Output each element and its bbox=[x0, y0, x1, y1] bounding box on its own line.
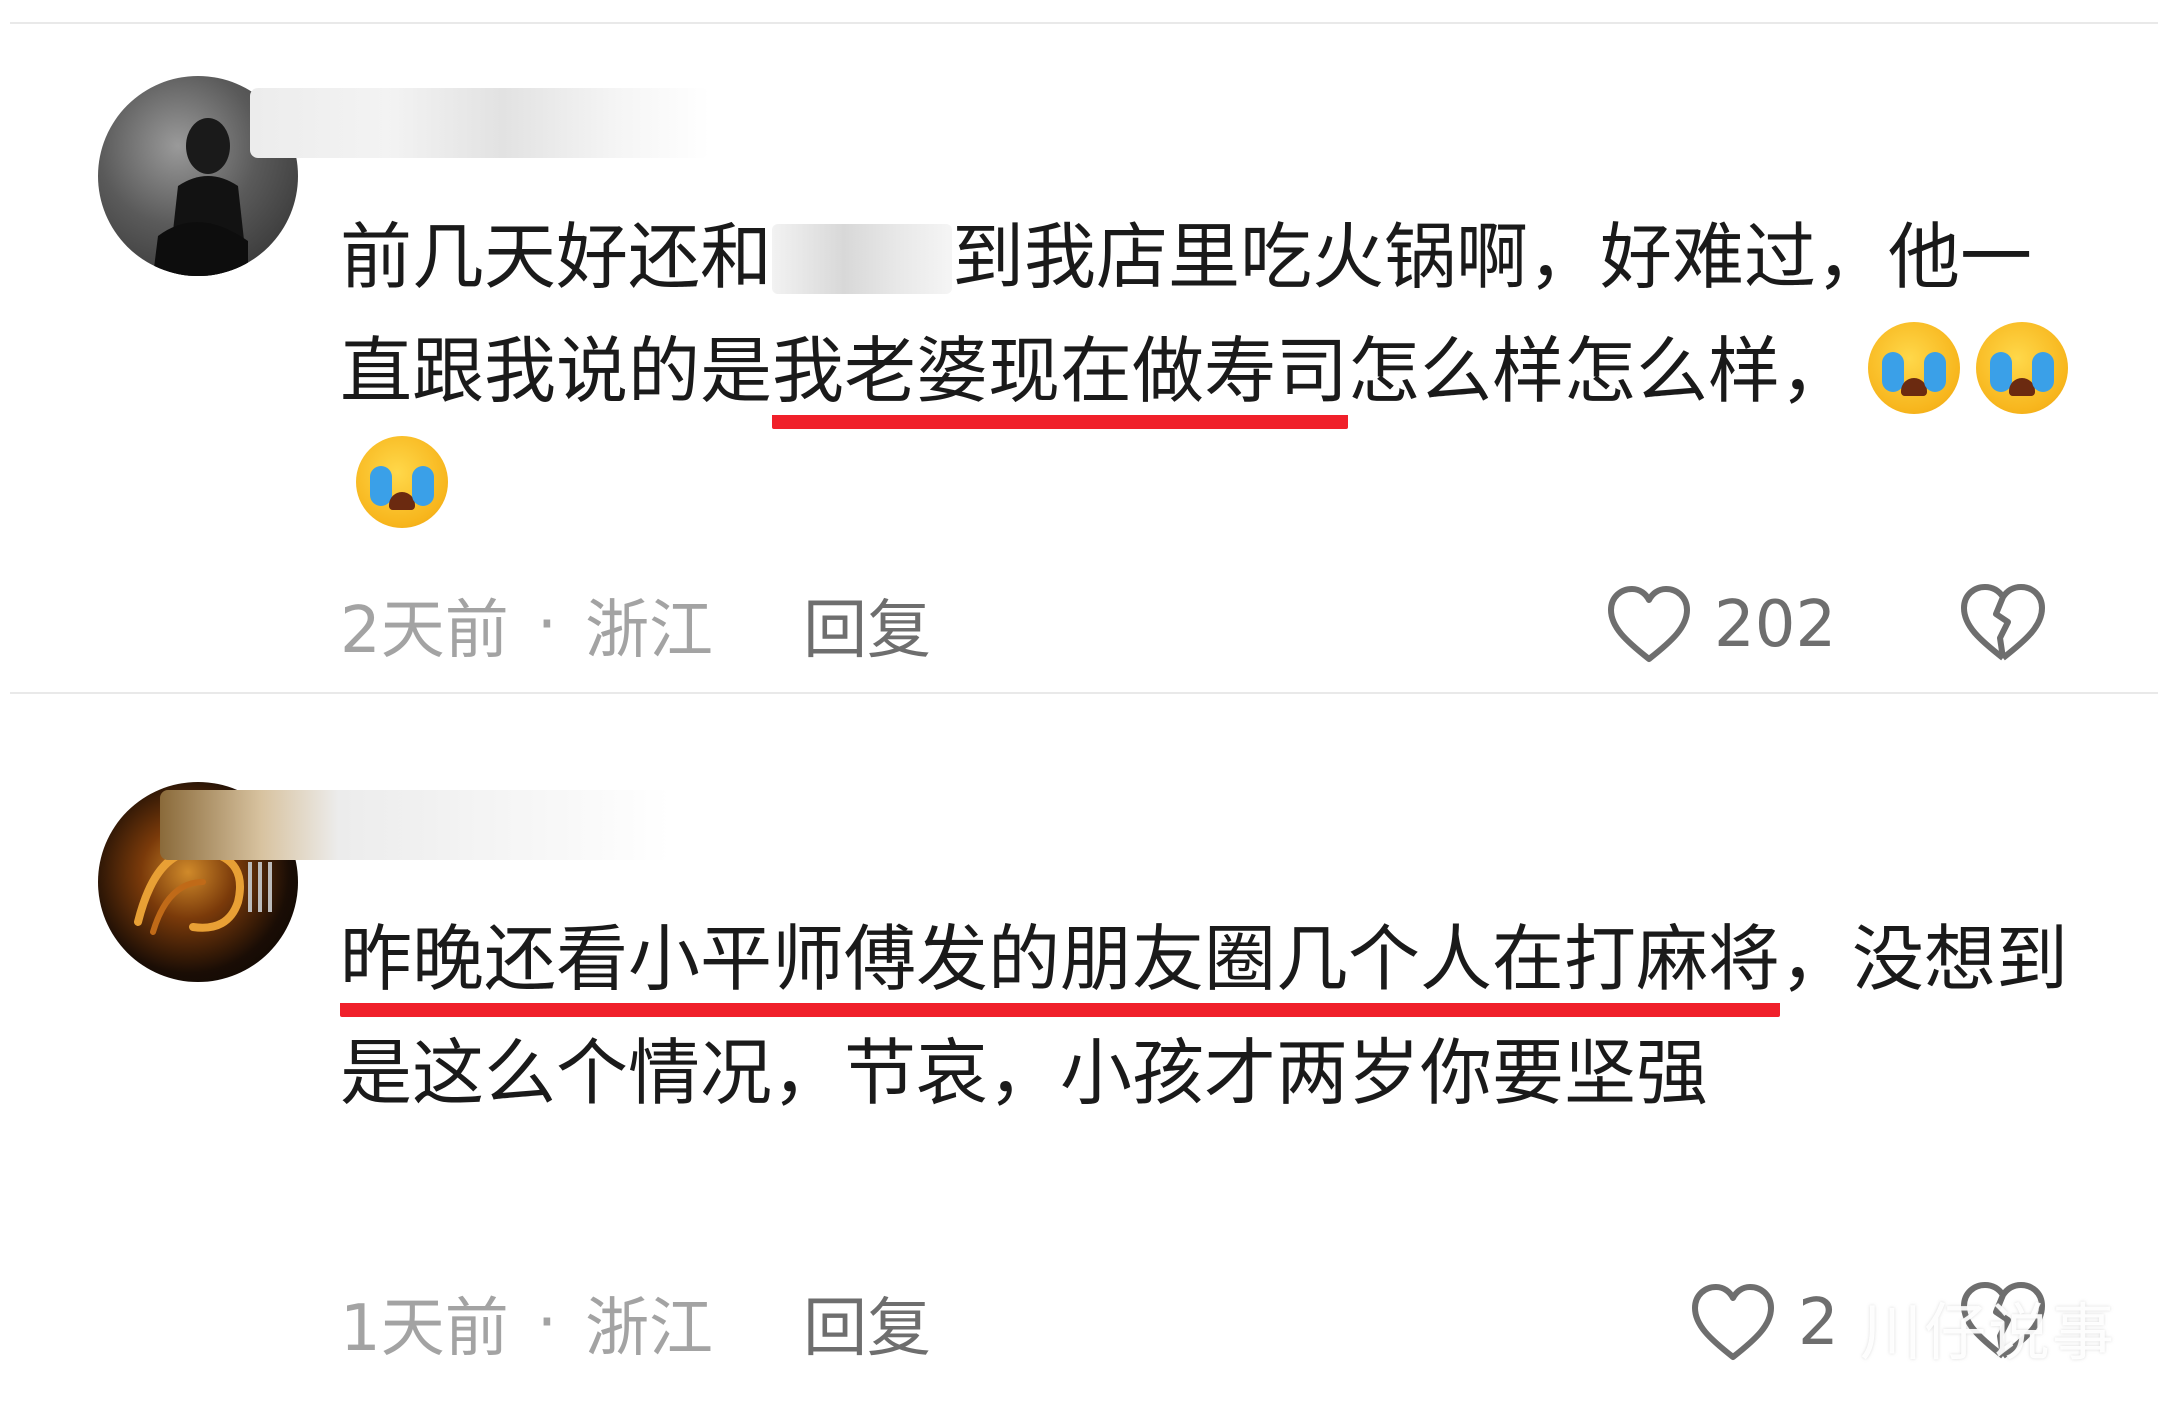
heart-outline-icon bbox=[1608, 586, 1690, 662]
comment-time: 2天前 bbox=[340, 594, 509, 668]
comment-location: 浙江 bbox=[585, 1292, 714, 1366]
watermark: 川仔说事 bbox=[1860, 1296, 2117, 1369]
comment-divider bbox=[10, 692, 2158, 694]
comment-meta: 2天前 · 浙江 回复 bbox=[340, 580, 931, 670]
comment-meta: 1天前 · 浙江 回复 bbox=[340, 1278, 931, 1368]
comment-text: 前几天好还和 到我店里吃火锅啊，好难过，他一直跟我说的是我老婆现在做寿司怎么样怎么… bbox=[340, 200, 2080, 542]
like-button[interactable]: 2 bbox=[1690, 1278, 1839, 1368]
top-divider bbox=[10, 22, 2158, 24]
comment-time: 1天前 bbox=[340, 1292, 509, 1366]
crying-face-emoji-icon bbox=[1868, 322, 1961, 414]
heart-outline-icon bbox=[1692, 1284, 1774, 1360]
comment-text-part: 怎么样怎么样， bbox=[1348, 329, 1853, 413]
username-blurred bbox=[250, 88, 710, 158]
comment-location: 浙江 bbox=[585, 594, 714, 668]
comment-text: 昨晚还看小平师傅发的朋友圈几个人在打麻将，没想到是这么个情况，节哀，小孩才两岁你… bbox=[340, 902, 2080, 1130]
like-count: 2 bbox=[1798, 1286, 1839, 1360]
comment-text-highlight: 我老婆现在做寿司 bbox=[772, 329, 1349, 429]
crying-face-emoji-icon bbox=[356, 436, 448, 528]
crying-face-emoji-icon bbox=[1976, 322, 2069, 414]
like-count: 202 bbox=[1714, 588, 1837, 662]
username-blurred bbox=[160, 790, 670, 860]
dislike-button[interactable] bbox=[1958, 582, 2048, 668]
reply-button[interactable]: 回复 bbox=[803, 1277, 931, 1369]
meta-separator: · bbox=[536, 1286, 558, 1360]
broken-heart-icon bbox=[1961, 584, 2045, 661]
reply-button[interactable]: 回复 bbox=[803, 579, 931, 671]
comment-text-part: 前几天好还和 bbox=[340, 215, 773, 299]
like-button[interactable]: 202 bbox=[1606, 580, 1836, 670]
redacted-name-blur bbox=[772, 224, 953, 294]
comment-text-highlight: 昨晚还看小平师傅发的朋友圈几个人在打麻将 bbox=[340, 917, 1781, 1017]
meta-separator: · bbox=[536, 588, 558, 662]
